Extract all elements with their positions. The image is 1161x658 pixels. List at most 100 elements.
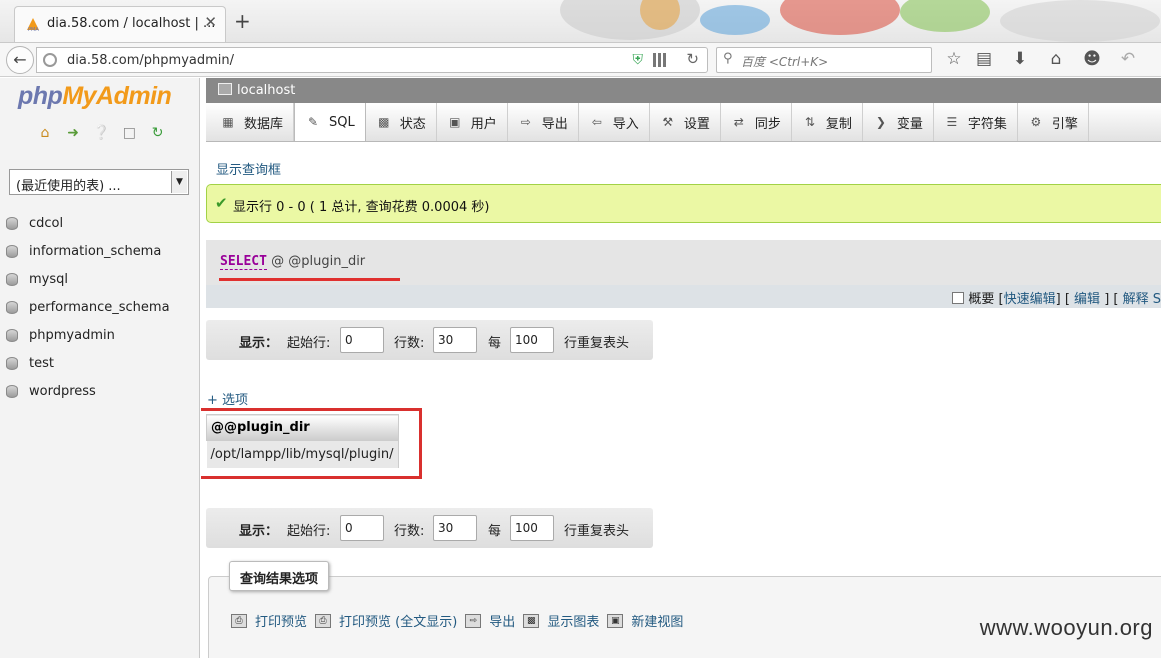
display-chart-button[interactable]: ▩ 显示图表 [523, 611, 599, 630]
inline-edit-link[interactable]: 快速编辑 [1004, 292, 1056, 307]
documentation-icon[interactable]: □ [120, 124, 138, 142]
home-icon[interactable]: ⌂ [1045, 49, 1067, 69]
download-icon[interactable]: ⬇ [1009, 49, 1031, 69]
rows-input[interactable]: 30 [433, 327, 477, 353]
profiling-label: 概要 [968, 292, 995, 307]
tab-status[interactable]: ▩ 状态 [366, 103, 437, 141]
tab-engines[interactable]: ⚙ 引擎 [1018, 103, 1089, 141]
logout-icon[interactable]: ➜ [64, 124, 82, 142]
database-item[interactable]: phpmyadmin [0, 321, 199, 349]
search-box[interactable]: ⚲ 百度 <Ctrl+K> [716, 47, 932, 73]
start-row-label: 起始行: [287, 524, 331, 539]
database-name[interactable]: phpmyadmin [29, 328, 115, 343]
bookmark-star-icon[interactable]: ☆ [943, 49, 965, 69]
browser-tab[interactable]: PMA dia.58.com / localhost | ... ✕ [14, 6, 226, 42]
create-view-button[interactable]: ▣ 新建视图 [607, 611, 683, 630]
sql-expression: @ @plugin_dir [266, 254, 366, 269]
printer-icon: ⎙ [315, 613, 332, 628]
export-button[interactable]: ⇨ 导出 [465, 611, 515, 630]
sql-icon: ✎ [307, 115, 319, 129]
help-icon[interactable]: ❔ [92, 124, 110, 142]
rows-input[interactable]: 30 [433, 515, 477, 541]
qr-code-icon[interactable] [653, 53, 667, 67]
import-icon: ⇦ [591, 115, 602, 129]
tab-charsets[interactable]: ☰ 字符集 [934, 103, 1018, 141]
tab-users[interactable]: ▣ 用户 [437, 103, 508, 141]
tab-title: dia.58.com / localhost | ... [47, 16, 216, 31]
tab-settings[interactable]: ⚒ 设置 [650, 103, 721, 141]
options-link[interactable]: + 选项 [207, 389, 248, 408]
repeat-header-input[interactable]: 100 [510, 515, 554, 541]
op-label: 打印预览 [255, 615, 308, 630]
check-icon: ✔ [215, 194, 228, 212]
tab-variables[interactable]: ❯ 变量 [863, 103, 934, 141]
tab-label: 同步 [754, 116, 781, 132]
database-item[interactable]: mysql [0, 265, 199, 293]
background-splash [700, 5, 770, 35]
rows-label: 行数: [394, 524, 425, 539]
globe-icon [43, 53, 57, 67]
tab-import[interactable]: ⇦ 导入 [579, 103, 650, 141]
database-name[interactable]: performance_schema [29, 300, 170, 315]
reload-icon[interactable]: ↻ [149, 124, 167, 142]
database-list: cdcol information_schema mysql performan… [0, 209, 199, 405]
show-query-box-link[interactable]: 显示查询框 [216, 159, 281, 178]
sql-keyword[interactable]: SELECT [220, 254, 267, 270]
tab-label: 导出 [541, 116, 568, 132]
url-text: dia.58.com/phpmyadmin/ [67, 53, 234, 68]
chat-icon[interactable]: ☻ [1081, 49, 1103, 69]
tab-sql[interactable]: ✎ SQL [294, 103, 366, 141]
address-bar[interactable]: dia.58.com/phpmyadmin/ ⛨ ↻ [36, 47, 708, 73]
start-row-input[interactable]: 0 [340, 327, 384, 353]
phpmyadmin-favicon-icon: PMA [27, 18, 39, 32]
start-row-input[interactable]: 0 [340, 515, 384, 541]
database-icon [6, 384, 18, 398]
tab-label: 导入 [612, 116, 639, 132]
print-preview-full-button[interactable]: ⎙ 打印预览 (全文显示) [315, 611, 457, 630]
database-item[interactable]: wordpress [0, 377, 199, 405]
tab-label: 复制 [825, 116, 852, 132]
top-menu: ▦ 数据库 ✎ SQL ▩ 状态 ▣ 用户 ⇨ 导出 ⇦ 导入 ⚒ 设置 ⇄ 同步 ⇅ 复制 ❯ 变… [206, 103, 1161, 142]
database-item[interactable]: cdcol [0, 209, 199, 237]
database-name[interactable]: wordpress [29, 384, 96, 399]
repeat-header-input[interactable]: 100 [510, 327, 554, 353]
shield-icon[interactable]: ⛨ [633, 52, 644, 68]
reload-icon[interactable]: ↻ [686, 50, 699, 68]
sql-code: SELECT @ @plugin_dir [220, 254, 366, 270]
watermark: www.wooyun.org [979, 615, 1153, 640]
success-message: ✔ 显示行 0 - 0 ( 1 总计, 查询花费 0.0004 秒) [206, 184, 1161, 223]
database-item[interactable]: information_schema [0, 237, 199, 265]
query-operations-row: ⎙ 打印预览 ⎙ 打印预览 (全文显示) ⇨ 导出 ▩ 显示图表 ▣ 新建视图 [231, 611, 691, 630]
wrench-icon: ⚒ [662, 115, 674, 129]
tab-export[interactable]: ⇨ 导出 [508, 103, 579, 141]
print-preview-button[interactable]: ⎙ 打印预览 [231, 611, 307, 630]
server-name[interactable]: localhost [237, 83, 295, 98]
highlight-underline [219, 278, 400, 281]
reading-list-icon[interactable]: ▤ [973, 49, 995, 69]
tab-label: SQL [329, 114, 355, 130]
edit-link[interactable]: 编辑 [1074, 292, 1100, 307]
recent-tables-select[interactable]: (最近使用的表) ... ▼ [9, 169, 189, 195]
home-icon[interactable]: ⌂ [36, 124, 54, 142]
tab-sync[interactable]: ⇄ 同步 [721, 103, 792, 141]
database-name[interactable]: test [29, 356, 54, 371]
op-label: 显示图表 [547, 615, 600, 630]
database-name[interactable]: cdcol [29, 216, 63, 231]
server-breadcrumb: localhost [206, 78, 1161, 103]
engine-icon: ⚙ [1030, 115, 1042, 129]
explain-link[interactable]: 解释 S [1123, 292, 1161, 307]
database-item[interactable]: test [0, 349, 199, 377]
profiling-checkbox[interactable] [952, 292, 965, 304]
undo-icon[interactable]: ↶ [1117, 49, 1139, 69]
new-tab-button[interactable]: + [234, 9, 251, 33]
tab-close-icon[interactable]: ✕ [204, 13, 217, 31]
export-icon: ⇨ [465, 613, 482, 628]
tab-replication[interactable]: ⇅ 复制 [792, 103, 863, 141]
search-icon: ⚲ [723, 51, 733, 66]
back-button[interactable]: ← [6, 46, 34, 74]
database-item[interactable]: performance_schema [0, 293, 199, 321]
database-name[interactable]: mysql [29, 272, 68, 287]
phpmyadmin-logo[interactable]: phpMyAdmin [18, 82, 172, 111]
database-name[interactable]: information_schema [29, 244, 161, 259]
tab-databases[interactable]: ▦ 数据库 [210, 103, 295, 141]
